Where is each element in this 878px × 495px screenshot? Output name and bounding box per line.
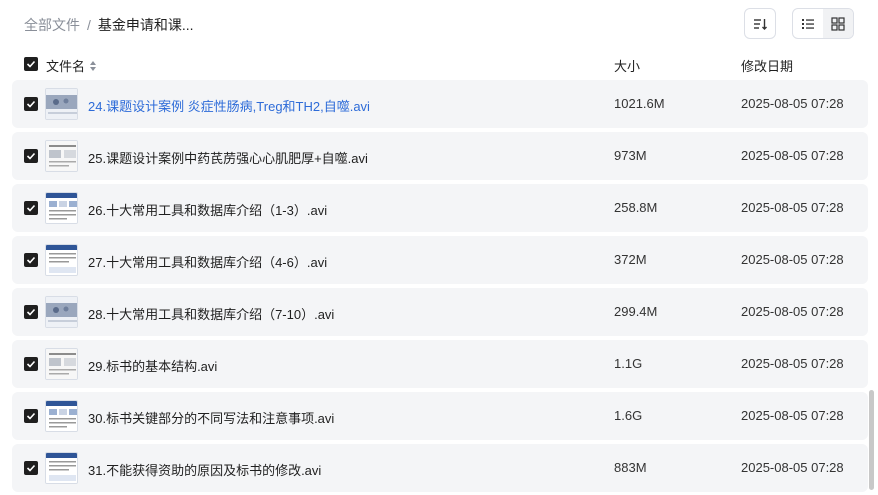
file-checkbox[interactable] [24,201,38,215]
column-header-size[interactable]: 大小 [614,56,640,75]
check-icon [26,308,36,316]
file-checkbox[interactable] [24,253,38,267]
file-name[interactable]: 29.标书的基本结构.avi [88,356,217,375]
breadcrumb-separator: / [87,17,91,33]
video-thumbnail[interactable] [45,296,78,328]
check-icon [26,360,36,368]
file-row[interactable]: 26.十大常用工具和数据库介绍（1-3）.avi 258.8M 2025-08-05… [12,184,868,232]
grid-view-icon [831,16,845,31]
file-checkbox[interactable] [24,357,38,371]
file-checkbox[interactable] [24,461,38,475]
scrollbar[interactable] [869,390,874,490]
file-modified-date: 2025-08-05 07:28 [741,252,844,267]
file-checkbox[interactable] [24,409,38,423]
check-icon [26,204,36,212]
check-icon [26,464,36,472]
list-view-icon [802,18,814,29]
file-modified-date: 2025-08-05 07:28 [741,96,844,111]
file-name[interactable]: 28.十大常用工具和数据库介绍（7-10）.avi [88,304,334,323]
video-thumbnail[interactable] [45,192,78,224]
list-view-button[interactable] [793,9,823,38]
table-header: 文件名 大小 修改日期 [0,50,878,78]
view-toggle [792,8,854,39]
file-modified-date: 2025-08-05 07:28 [741,148,844,163]
select-all-checkbox[interactable] [24,57,38,71]
file-row[interactable]: 24.课题设计案例 炎症性肠病,Treg和TH2,自噬.avi 1021.6M 20… [12,80,868,128]
file-row[interactable]: 28.十大常用工具和数据库介绍（7-10）.avi 299.4M 2025-08-0… [12,288,868,336]
breadcrumb-root[interactable]: 全部文件 [24,15,80,35]
check-icon [26,412,36,420]
file-name[interactable]: 24.课题设计案例 炎症性肠病,Treg和TH2,自噬.avi [88,96,370,115]
file-size: 258.8M [614,200,658,215]
file-checkbox[interactable] [24,149,38,163]
video-thumbnail[interactable] [45,88,78,120]
file-name[interactable]: 25.课题设计案例中药芪苈强心心肌肥厚+自噬.avi [88,148,368,167]
column-header-modified[interactable]: 修改日期 [741,56,793,75]
check-icon [26,256,36,264]
column-header-name[interactable]: 文件名 [46,56,97,75]
file-row[interactable]: 31.不能获得资助的原因及标书的修改.avi 883M 2025-08-05 07:… [12,444,868,492]
grid-view-button[interactable] [823,9,853,38]
file-size: 1.6G [614,408,643,423]
video-thumbnail[interactable] [45,348,78,380]
file-size: 299.4M [614,304,658,319]
file-size: 1021.6M [614,96,665,111]
breadcrumb: 全部文件 / 基金申请和课... [24,15,194,35]
video-thumbnail[interactable] [45,140,78,172]
file-size: 1.1G [614,356,643,371]
top-bar: 全部文件 / 基金申请和课... [0,0,878,48]
file-name[interactable]: 30.标书关键部分的不同写法和注意事项.avi [88,408,334,427]
check-icon [26,100,36,108]
check-icon [26,60,36,68]
file-checkbox[interactable] [24,305,38,319]
video-thumbnail[interactable] [45,244,78,276]
file-modified-date: 2025-08-05 07:28 [741,460,844,475]
file-modified-date: 2025-08-05 07:28 [741,304,844,319]
sort-icon [754,18,767,30]
file-list: 24.课题设计案例 炎症性肠病,Treg和TH2,自噬.avi 1021.6M 20… [12,80,868,495]
file-name[interactable]: 31.不能获得资助的原因及标书的修改.avi [88,460,321,479]
breadcrumb-current: 基金申请和课... [97,17,194,33]
file-name[interactable]: 27.十大常用工具和数据库介绍（4-6）.avi [88,252,327,271]
file-modified-date: 2025-08-05 07:28 [741,200,844,215]
file-row[interactable]: 30.标书关键部分的不同写法和注意事项.avi 1.6G 2025-08-05 07… [12,392,868,440]
check-icon [26,152,36,160]
video-thumbnail[interactable] [45,400,78,432]
file-modified-date: 2025-08-05 07:28 [741,356,844,371]
file-row[interactable]: 27.十大常用工具和数据库介绍（4-6）.avi 372M 2025-08-05 0… [12,236,868,284]
file-checkbox[interactable] [24,97,38,111]
file-size: 372M [614,252,647,267]
file-size: 973M [614,148,647,163]
file-modified-date: 2025-08-05 07:28 [741,408,844,423]
sort-arrows-icon [90,60,97,71]
video-thumbnail[interactable] [45,452,78,484]
column-header-name-label: 文件名 [46,59,86,74]
sort-button[interactable] [744,8,776,39]
file-name[interactable]: 26.十大常用工具和数据库介绍（1-3）.avi [88,200,327,219]
file-row[interactable]: 25.课题设计案例中药芪苈强心心肌肥厚+自噬.avi 973M 2025-08-05… [12,132,868,180]
file-row[interactable]: 29.标书的基本结构.avi 1.1G 2025-08-05 07:28 [12,340,868,388]
file-size: 883M [614,460,647,475]
